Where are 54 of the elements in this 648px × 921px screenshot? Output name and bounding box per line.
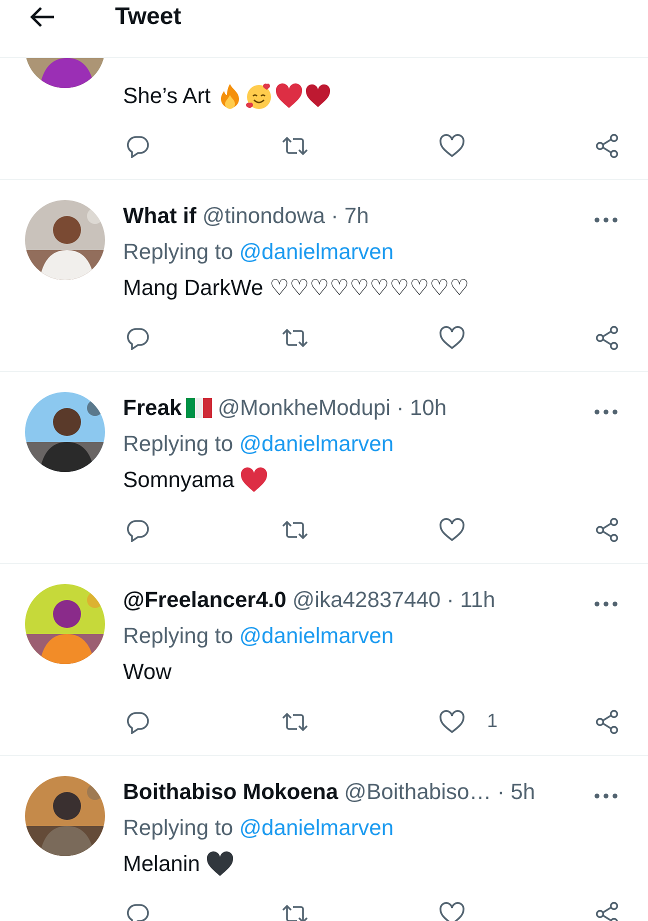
- share-icon[interactable]: [594, 325, 620, 351]
- timestamp: · 11h: [446, 587, 496, 613]
- reply-icon[interactable]: [126, 902, 150, 921]
- reply-icon[interactable]: [126, 710, 150, 734]
- heart-icon: [274, 83, 303, 109]
- like-icon[interactable]: [439, 326, 465, 350]
- tweet-text: Wow: [123, 659, 172, 685]
- like-icon[interactable]: [439, 518, 465, 542]
- timestamp: · 7h: [330, 203, 369, 229]
- user-name[interactable]: Freak: [123, 395, 182, 421]
- tweet-text: Melanin: [123, 851, 200, 877]
- tweet-text: Somnyama: [123, 467, 234, 493]
- flag-icon: [186, 398, 212, 418]
- share-icon[interactable]: [594, 901, 620, 921]
- replying-to-text: Replying to: [123, 623, 234, 649]
- user-handle: @ika42837440: [292, 587, 441, 613]
- heart-icon: [206, 851, 234, 877]
- retweet-icon[interactable]: [281, 710, 309, 734]
- tweet-text: She’s Art: [123, 83, 211, 109]
- share-icon[interactable]: [594, 133, 620, 159]
- back-arrow-icon[interactable]: [29, 6, 55, 28]
- page-title: Tweet: [115, 2, 182, 30]
- replying-to-text: Replying to: [123, 239, 234, 265]
- heart-icon: [304, 84, 331, 108]
- like-icon[interactable]: [439, 710, 465, 734]
- user-name[interactable]: Boithabiso Mokoena: [123, 779, 338, 805]
- retweet-icon[interactable]: [281, 518, 309, 542]
- like-icon[interactable]: [439, 902, 465, 921]
- timestamp: · 10h: [396, 395, 447, 421]
- user-name[interactable]: @Freelancer4.0: [123, 587, 286, 613]
- user-handle: @MonkheModupi: [218, 395, 390, 421]
- user-name[interactable]: What if: [123, 203, 196, 229]
- more-icon[interactable]: [594, 793, 618, 799]
- like-count: 1: [487, 711, 498, 733]
- smiling-face-with-hearts-icon: [244, 82, 273, 110]
- replying-to-text: Replying to: [123, 815, 234, 841]
- reply-icon[interactable]: [126, 518, 150, 542]
- share-icon[interactable]: [594, 709, 620, 735]
- like-icon[interactable]: [439, 134, 465, 158]
- reply-icon[interactable]: [126, 134, 150, 158]
- more-icon[interactable]: [594, 409, 618, 415]
- more-icon[interactable]: [594, 601, 618, 607]
- replying-to-text: Replying to: [123, 431, 234, 457]
- retweet-icon[interactable]: [281, 134, 309, 158]
- user-handle: @tinondowa: [202, 203, 325, 229]
- heart-icon: [240, 467, 268, 493]
- user-handle: @Boithabiso…: [344, 779, 492, 805]
- reply-icon[interactable]: [126, 326, 150, 350]
- retweet-icon[interactable]: [281, 326, 309, 350]
- tweet-text: Mang DarkWe ♡♡♡♡♡♡♡♡♡♡: [123, 275, 470, 301]
- more-icon[interactable]: [594, 217, 618, 223]
- share-icon[interactable]: [594, 517, 620, 543]
- retweet-icon[interactable]: [281, 902, 309, 921]
- timestamp: · 5h: [497, 779, 536, 805]
